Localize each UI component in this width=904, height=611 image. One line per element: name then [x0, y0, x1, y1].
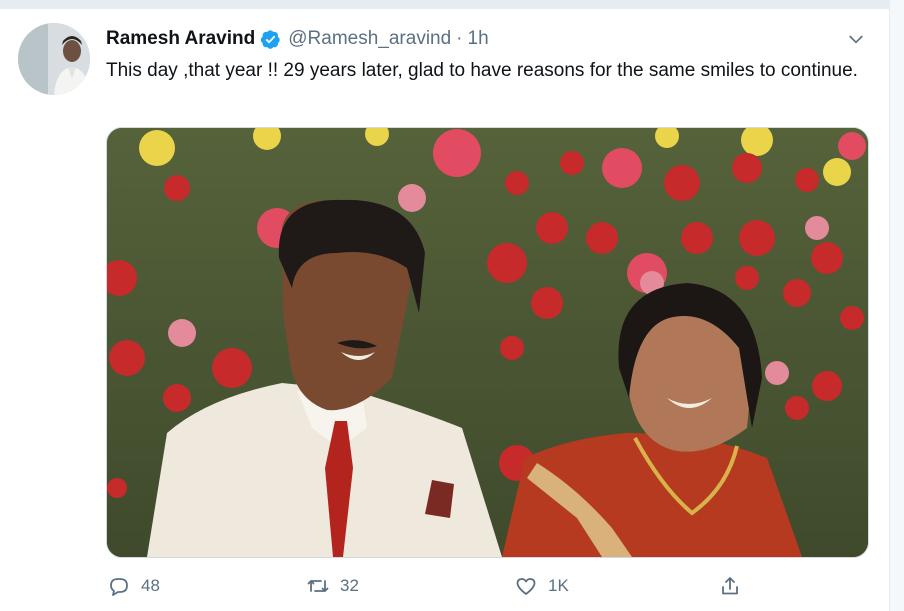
reply-count: 48 — [141, 576, 160, 595]
timestamp[interactable]: 1h — [468, 27, 489, 51]
retweet-button[interactable]: 32 — [306, 570, 359, 602]
top-border — [0, 0, 904, 9]
like-button[interactable]: 1K — [514, 570, 569, 602]
author-name[interactable]: Ramesh Aravind — [106, 27, 255, 51]
avatar[interactable] — [18, 23, 90, 95]
chevron-down-icon[interactable] — [846, 29, 866, 49]
author-handle[interactable]: @Ramesh_aravind — [288, 27, 451, 51]
share-button[interactable] — [718, 570, 752, 602]
tweet-header: Ramesh Aravind @Ramesh_aravind · 1h — [106, 26, 489, 52]
retweet-icon — [307, 580, 329, 592]
photo-couple-illustration — [107, 128, 868, 557]
tweet-photo[interactable] — [106, 127, 869, 558]
retweet-count: 32 — [340, 576, 359, 595]
separator-dot: · — [456, 28, 463, 49]
verified-badge-icon — [261, 29, 280, 49]
heart-icon — [516, 578, 536, 595]
reply-icon — [110, 578, 128, 596]
avatar-photo — [18, 23, 90, 95]
reply-button[interactable]: 48 — [107, 570, 160, 602]
tweet-actions: 48 32 1K — [0, 570, 904, 602]
tweet-text: This day ,that year !! 29 years later, g… — [106, 60, 858, 81]
share-icon — [722, 577, 738, 595]
like-count: 1K — [548, 576, 569, 595]
scrollbar-track[interactable] — [889, 0, 904, 611]
